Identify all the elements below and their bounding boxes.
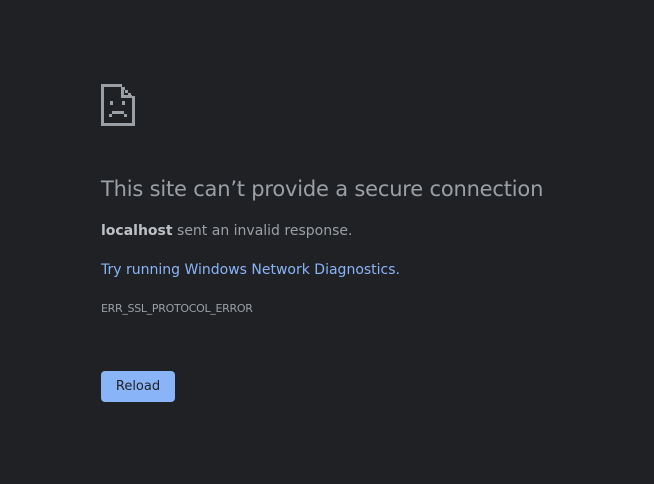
reload-button[interactable]: Reload	[101, 371, 175, 402]
error-code: ERR_SSL_PROTOCOL_ERROR	[101, 302, 253, 315]
sad-file-icon	[101, 84, 135, 126]
network-diagnostics-link[interactable]: Try running Windows Network Diagnostics.	[101, 260, 400, 280]
error-summary-text: sent an invalid response.	[172, 223, 353, 239]
error-headline: This site can’t provide a secure connect…	[101, 177, 544, 201]
error-page: This site can’t provide a secure connect…	[0, 0, 654, 484]
error-host: localhost	[101, 223, 173, 239]
error-summary: localhost sent an invalid response.	[101, 221, 352, 241]
